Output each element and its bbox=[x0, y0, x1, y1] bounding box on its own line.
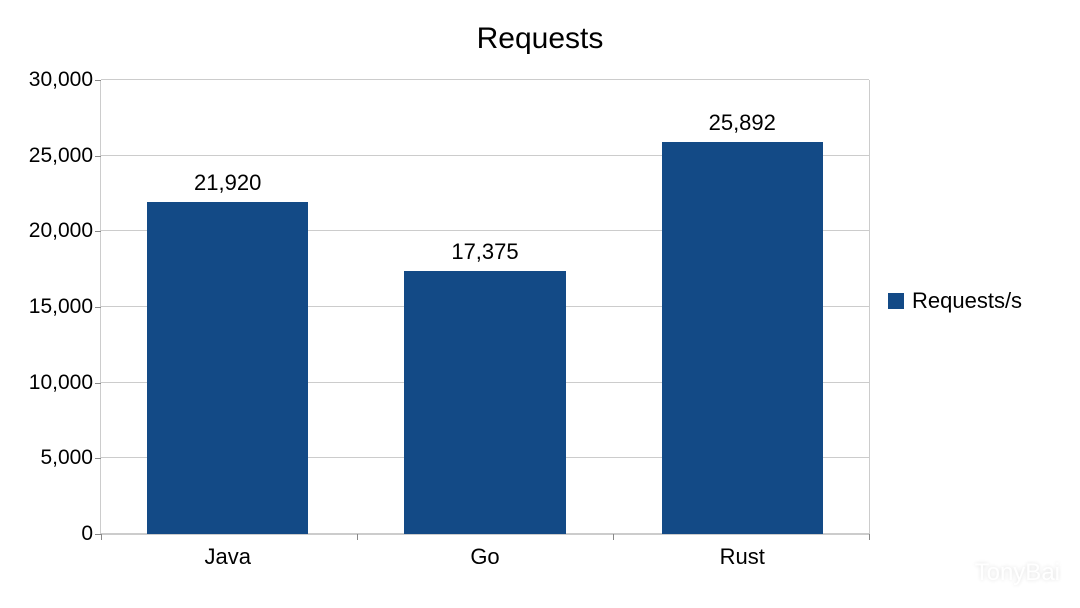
y-tick-label: 5,000 bbox=[40, 446, 101, 470]
bar-rust: 25,892 bbox=[662, 142, 823, 534]
bars-layer: 21,920 17,375 25,892 bbox=[101, 80, 869, 534]
legend-swatch bbox=[888, 293, 904, 309]
x-tick-mark bbox=[613, 534, 614, 540]
y-tick-label: 30,000 bbox=[29, 68, 101, 92]
x-tick-mark bbox=[357, 534, 358, 540]
x-tick-label: Go bbox=[470, 534, 499, 570]
x-tick-mark bbox=[101, 534, 102, 540]
y-tick-label: 10,000 bbox=[29, 371, 101, 395]
x-tick-mark bbox=[869, 534, 870, 540]
watermark: TonyBai bbox=[935, 556, 1060, 590]
legend: Requests/s bbox=[888, 288, 1022, 314]
y-tick-label: 25,000 bbox=[29, 144, 101, 168]
plot-area: 0 5,000 10,000 15,000 20,000 25,000 30,0… bbox=[100, 80, 870, 535]
bar-go: 17,375 bbox=[404, 271, 565, 534]
chart-title: Requests bbox=[0, 22, 1080, 56]
x-tick-label: Rust bbox=[720, 534, 765, 570]
wechat-icon bbox=[935, 556, 969, 590]
x-tick-label: Java bbox=[204, 534, 250, 570]
bar-java: 21,920 bbox=[147, 202, 308, 534]
y-tick-label: 15,000 bbox=[29, 295, 101, 319]
bar-value-label: 17,375 bbox=[451, 239, 518, 265]
legend-label: Requests/s bbox=[912, 288, 1022, 314]
bar-value-label: 21,920 bbox=[194, 170, 261, 196]
bar-value-label: 25,892 bbox=[709, 110, 776, 136]
y-tick-label: 20,000 bbox=[29, 219, 101, 243]
watermark-text: TonyBai bbox=[975, 559, 1060, 587]
